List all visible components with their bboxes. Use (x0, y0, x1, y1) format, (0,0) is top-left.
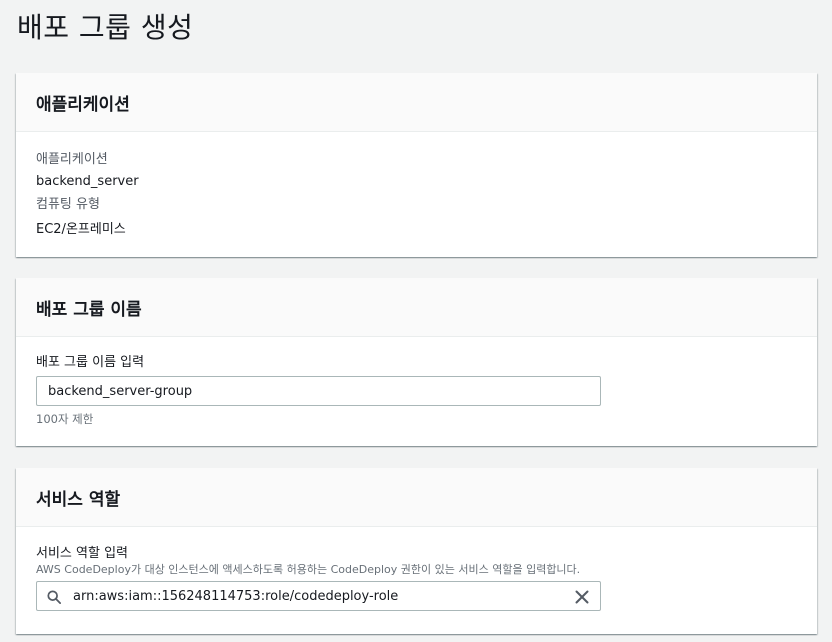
application-panel-title: 애플리케이션 (36, 94, 130, 115)
service-role-input-label: 서비스 역할 입력 (36, 546, 128, 561)
compute-type-value: EC2/온프레미스 (36, 222, 126, 237)
service-role-panel: 서비스 역할 서비스 역할 입력 AWS CodeDeploy가 대상 인스턴스… (16, 468, 817, 634)
deployment-group-name-header: 배포 그룹 이름 (16, 278, 817, 337)
deployment-group-name-title: 배포 그룹 이름 (36, 299, 142, 320)
compute-type-label: 컴퓨팅 유형 (36, 197, 100, 212)
application-value: backend_server (36, 174, 139, 189)
page-title: 배포 그룹 생성 (17, 11, 194, 44)
service-role-header: 서비스 역할 (16, 468, 817, 527)
group-name-input[interactable]: backend_server-group (36, 376, 601, 406)
close-icon[interactable] (574, 589, 590, 605)
deployment-group-name-panel: 배포 그룹 이름 배포 그룹 이름 입력 backend_server-grou… (16, 278, 817, 446)
service-role-search-input[interactable]: arn:aws:iam::156248114753:role/codedeplo… (36, 581, 601, 611)
application-panel: 애플리케이션 애플리케이션 backend_server 컴퓨팅 유형 EC2/… (16, 73, 817, 257)
application-label: 애플리케이션 (36, 152, 108, 167)
search-icon (47, 590, 61, 604)
service-role-description: AWS CodeDeploy가 대상 인스턴스에 액세스하도록 허용하는 Cod… (36, 563, 581, 576)
service-role-input-value: arn:aws:iam::156248114753:role/codedeplo… (73, 588, 399, 604)
group-name-input-label: 배포 그룹 이름 입력 (36, 355, 145, 370)
character-limit-hint: 100자 제한 (36, 412, 94, 426)
service-role-title: 서비스 역할 (36, 489, 121, 510)
group-name-input-value: backend_server-group (48, 383, 193, 399)
application-panel-header: 애플리케이션 (16, 73, 817, 132)
